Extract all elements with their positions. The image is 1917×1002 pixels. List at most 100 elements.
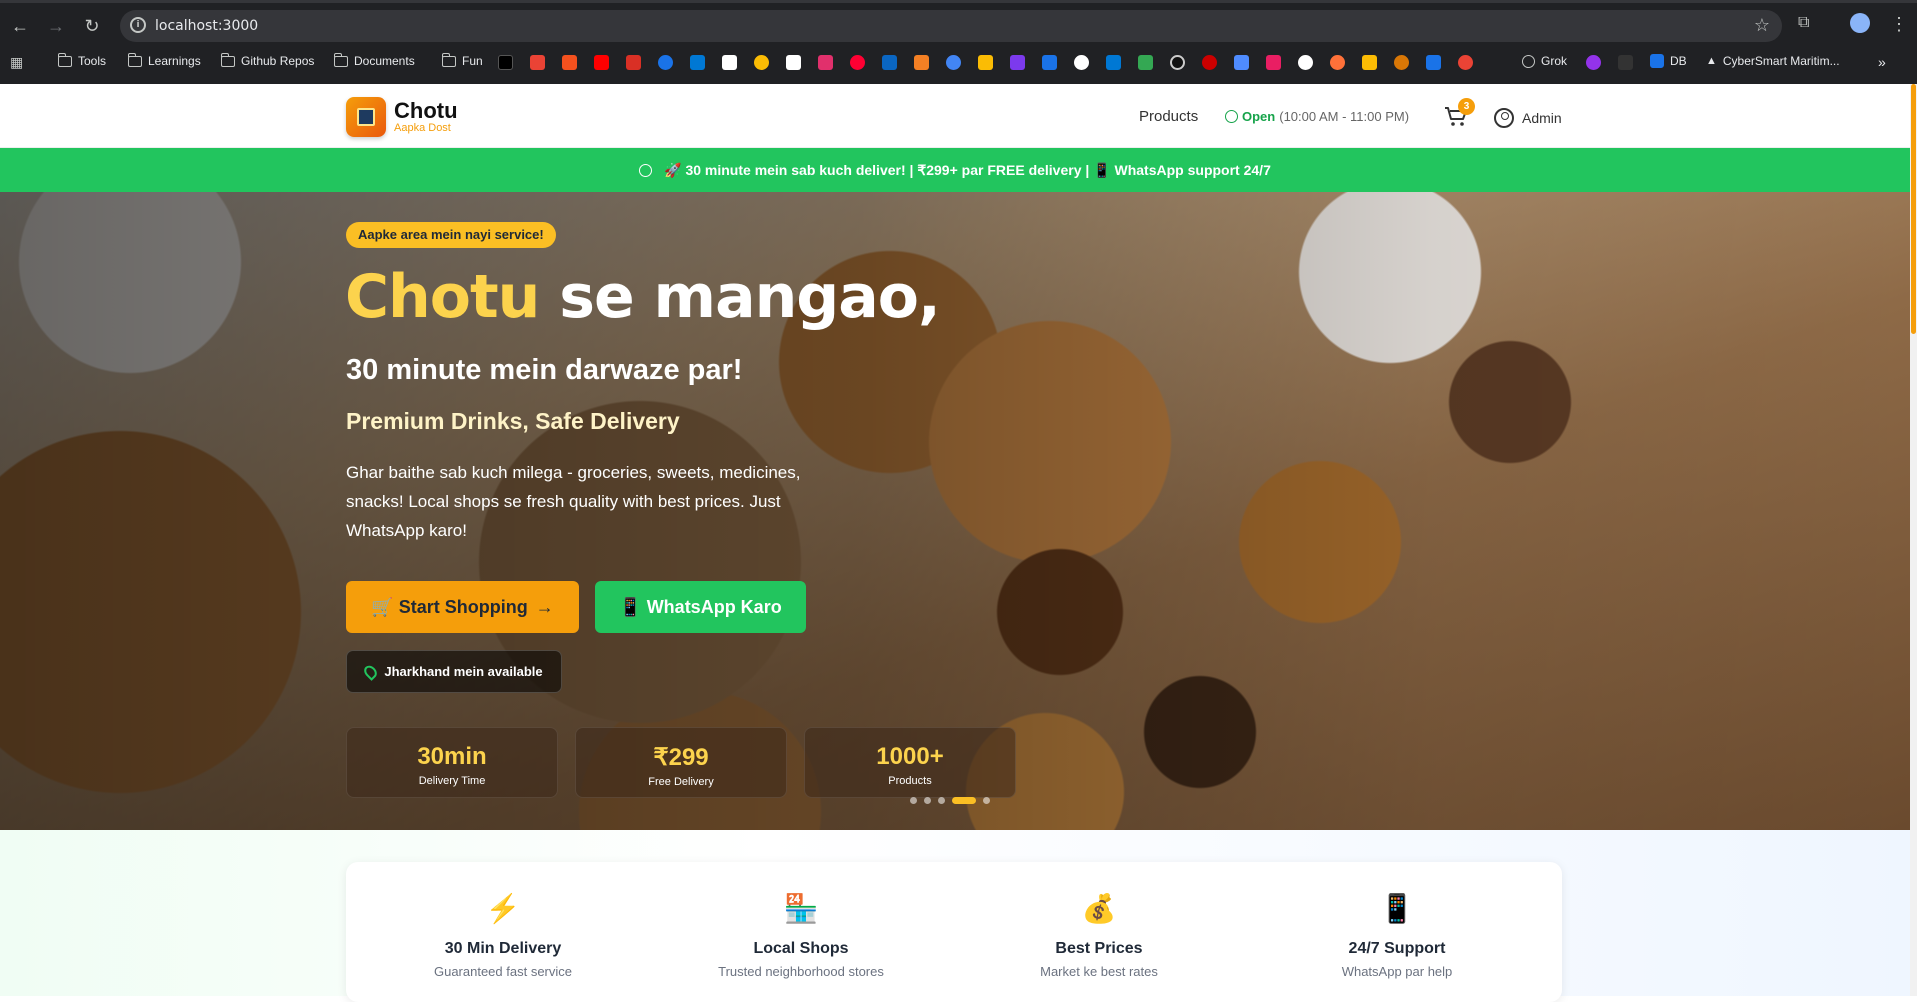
play-blue-icon[interactable] (658, 55, 673, 70)
whatsapp-button[interactable]: 📱 WhatsApp Karo (595, 581, 806, 633)
cart-count-badge: 3 (1458, 98, 1475, 115)
dark-circle-icon[interactable] (1170, 55, 1185, 70)
extensions-icon[interactable]: ⧉ (1798, 14, 1809, 32)
outlook-icon[interactable] (1106, 55, 1121, 70)
nav-products-link[interactable]: Products (1139, 108, 1198, 125)
clock-icon (639, 163, 653, 177)
hero-subtitle: 30 minute mein darwaze par! (346, 354, 743, 386)
ek-icon[interactable] (1618, 55, 1633, 70)
start-shopping-button[interactable]: 🛒 Start Shopping → (346, 581, 579, 633)
scrollbar-thumb[interactable] (1911, 84, 1916, 334)
stat-card: 30min Delivery Time (346, 727, 558, 798)
bookmark-db[interactable]: DB (1650, 54, 1687, 68)
feature-item: 📱 24/7 Support WhatsApp par help (1247, 892, 1547, 979)
carousel-dot[interactable] (924, 797, 931, 804)
grok-icon (1522, 54, 1535, 68)
github-icon[interactable] (1298, 55, 1313, 70)
carousel-dots (910, 797, 990, 804)
bookmark-red-icon[interactable] (626, 55, 641, 70)
colorful-icon[interactable] (1458, 55, 1473, 70)
chrome-icon[interactable] (754, 55, 769, 70)
bookmark-folder-fun[interactable]: Fun (441, 52, 483, 68)
bookmark-folder-documents[interactable]: Documents (333, 52, 415, 68)
mail-red-icon[interactable] (1266, 55, 1281, 70)
bookmarks-overflow-button[interactable]: » (1878, 54, 1886, 70)
circle-blue-icon[interactable] (946, 55, 961, 70)
site-info-icon[interactable]: i (130, 17, 146, 33)
bookmarks-bar: ▦ Tools Learnings Github Repos Documents… (0, 50, 1917, 76)
green-box-icon[interactable] (1138, 55, 1153, 70)
folder-icon (441, 52, 456, 67)
hero-description: Ghar baithe sab kuch milega - groceries,… (346, 463, 801, 540)
profile-avatar[interactable] (1850, 13, 1870, 33)
hero-subtitle-secondary: Premium Drinks, Safe Delivery (346, 408, 680, 434)
bookmark-folder-learnings[interactable]: Learnings (127, 52, 201, 68)
product-hunt-icon[interactable] (978, 55, 993, 70)
promo-banner: 🚀 30 minute mein sab kuch deliver! | ₹29… (0, 148, 1910, 192)
hero-badge: Aapke area mein nayi service! (346, 222, 556, 248)
x-icon[interactable] (498, 55, 513, 70)
git-icon[interactable] (562, 55, 577, 70)
folder-icon (333, 52, 348, 67)
logo-icon[interactable] (346, 97, 386, 137)
instagram-icon[interactable] (818, 55, 833, 70)
page-scrollbar[interactable] (1910, 84, 1917, 996)
reload-icon[interactable]: ↻ (80, 14, 104, 38)
wave-icon[interactable] (1010, 55, 1025, 70)
arrow-right-icon: → (535, 596, 554, 617)
youtube-music-icon[interactable] (850, 55, 865, 70)
browser-chrome: ← → ↻ i localhost:3000 ☆ ⧉ ⋮ ▦ Tools Lea… (0, 0, 1917, 84)
grid-icon[interactable] (786, 55, 801, 70)
linkedin-icon[interactable] (882, 55, 897, 70)
bookmark-folder-github-repos[interactable]: Github Repos (220, 52, 314, 68)
carousel-dot[interactable] (983, 797, 990, 804)
shop-icon: 🏪 (783, 893, 819, 924)
hero-title-rest: se mangao, (539, 262, 940, 332)
gemini-icon[interactable] (1234, 55, 1249, 70)
amazon-icon[interactable] (722, 55, 737, 70)
openai-icon[interactable] (1074, 55, 1089, 70)
bookmark-cybersmart[interactable]: ▲ CyberSmart Maritim... (1706, 54, 1840, 68)
carousel-dot[interactable] (938, 797, 945, 804)
stat-card: ₹299 Free Delivery (575, 727, 787, 798)
site-header: Chotu Aapka Dost Products Open (10:00 AM… (0, 84, 1910, 148)
carousel-dot[interactable] (952, 797, 976, 804)
purple-circle-icon[interactable] (1586, 55, 1601, 70)
stack-icon[interactable] (914, 55, 929, 70)
phone-icon: 📱 (1379, 893, 1415, 924)
tab-strip (0, 0, 1917, 3)
features-card: ⚡ 30 Min Delivery Guaranteed fast service … (346, 862, 1562, 1002)
firefox-icon[interactable] (1330, 55, 1345, 70)
menu-kebab-icon[interactable]: ⋮ (1890, 14, 1908, 35)
url-text[interactable]: localhost:3000 (155, 18, 258, 34)
back-icon[interactable]: ← (8, 14, 32, 38)
brand-name[interactable]: Chotu (394, 98, 458, 124)
apps-grid-icon[interactable]: ▦ (10, 54, 23, 71)
diamond-icon[interactable] (1426, 55, 1441, 70)
hero-title-highlight: Chotu (345, 262, 540, 332)
gmail-icon[interactable] (530, 55, 545, 70)
red-circle-icon[interactable] (1202, 55, 1217, 70)
location-badge: Jharkhand mein available (346, 650, 562, 693)
admin-link[interactable]: Admin (1494, 108, 1562, 128)
hero-section: Aapke area mein nayi service! Chotu se m… (0, 192, 1910, 830)
carousel-dot[interactable] (910, 797, 917, 804)
bookmark-star-icon[interactable]: ☆ (1754, 15, 1770, 36)
forward-icon[interactable]: → (44, 14, 68, 38)
db-icon (1650, 54, 1664, 68)
youtube-icon[interactable] (594, 55, 609, 70)
address-bar[interactable]: i localhost:3000 ☆ (120, 10, 1782, 42)
bookmark-folder-tools[interactable]: Tools (57, 52, 106, 68)
status-open: Open (1242, 109, 1276, 124)
star-icon[interactable] (1394, 55, 1409, 70)
folder-icon (127, 52, 142, 67)
blue-box-icon[interactable] (1042, 55, 1057, 70)
bookmark-grok[interactable]: Grok (1522, 54, 1567, 68)
admin-label: Admin (1522, 110, 1562, 126)
money-bag-icon: 💰 (1081, 893, 1117, 924)
feature-item: ⚡ 30 Min Delivery Guaranteed fast service (353, 892, 653, 979)
bing-icon[interactable] (690, 55, 705, 70)
store-status: Open (10:00 AM - 11:00 PM) (1225, 109, 1409, 124)
feature-item: 💰 Best Prices Market ke best rates (949, 892, 1249, 979)
yellow-box-icon[interactable] (1362, 55, 1377, 70)
